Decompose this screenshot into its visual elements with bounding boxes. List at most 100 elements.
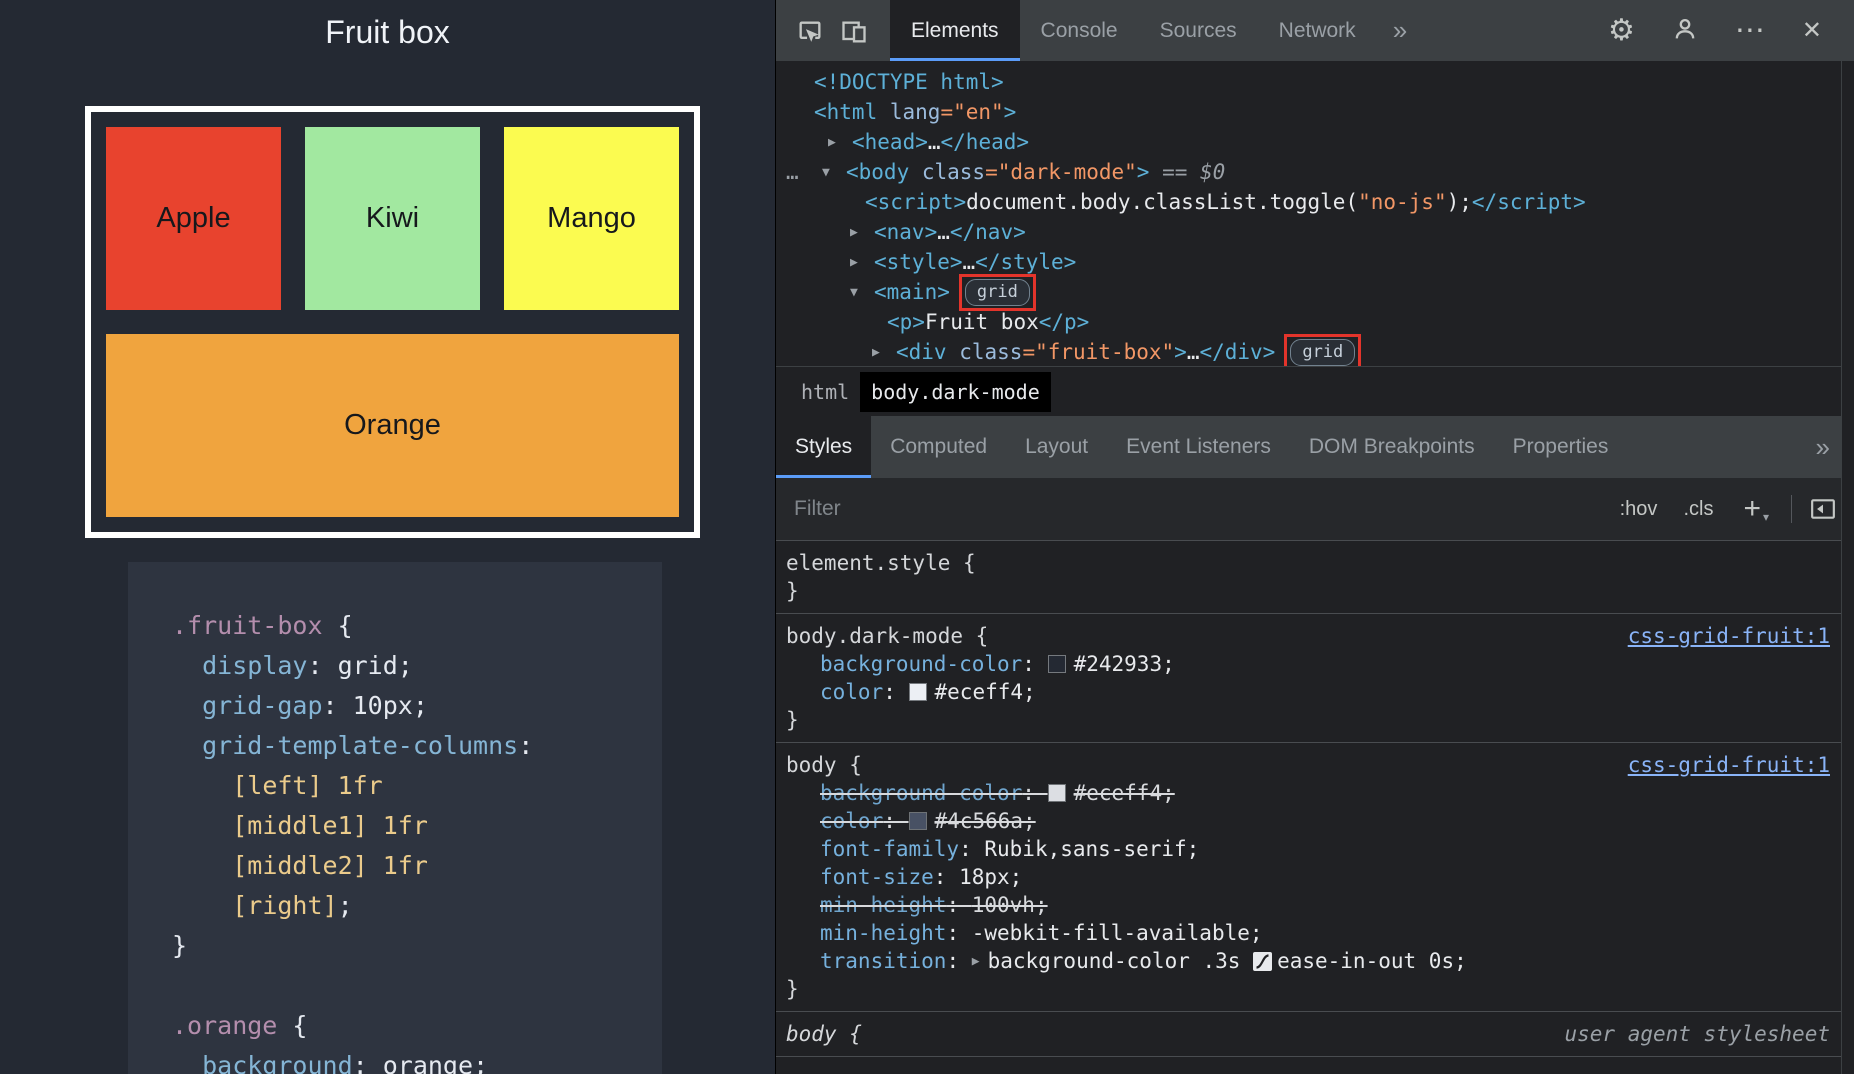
expand-arrow-icon[interactable]: ▶ [850, 255, 874, 270]
tree-row[interactable]: ▶<div class="fruit-box">…</div>grid [776, 337, 1854, 366]
sidebar-toggle-icon[interactable] [1810, 497, 1836, 521]
expand-arrow-icon[interactable]: ▶ [972, 954, 980, 969]
style-rule: element.style {} [776, 541, 1854, 614]
property-value: ease-in-out 0s; [1277, 949, 1467, 973]
code-line: grid-template-columns: [172, 726, 652, 766]
code-line [172, 966, 652, 1006]
rule-selector[interactable]: body.dark-mode { [786, 624, 988, 648]
tree-row[interactable]: <!DOCTYPE html> [776, 67, 1854, 97]
css-property[interactable]: background-color: #242933; [776, 650, 1830, 678]
elements-tree: <!DOCTYPE html><html lang="en">▶<head>…<… [776, 61, 1854, 366]
rule-header: body { user agent stylesheet [776, 1020, 1830, 1048]
stylesheet-link[interactable]: css-grid-fruit:1 [1628, 624, 1830, 648]
property-value: #eceff4; [1074, 781, 1175, 805]
color-swatch[interactable] [1048, 655, 1066, 673]
scrollbar[interactable] [1841, 61, 1854, 1074]
tab-properties[interactable]: Properties [1494, 416, 1628, 478]
rule-selector[interactable]: body { [786, 753, 862, 777]
more-options-icon[interactable]: ⋯ [1735, 16, 1766, 46]
css-property[interactable]: transition: ▶background-color .3s ease-i… [776, 947, 1830, 975]
property-name: background-color [820, 781, 1022, 805]
tab-event-listeners[interactable]: Event Listeners [1107, 416, 1290, 478]
tree-row[interactable]: <html lang="en"> [776, 97, 1854, 127]
tree-row[interactable]: ▶<head>…</head> [776, 127, 1854, 157]
css-property[interactable]: font-family: Rubik,sans-serif; [776, 835, 1830, 863]
page-title: Fruit box [0, 0, 775, 51]
property-name: min-height [820, 893, 946, 917]
css-property[interactable]: font-size: 18px; [776, 863, 1830, 891]
stylesheet-origin-label: user agent stylesheet [1564, 1022, 1830, 1046]
fruit-mango: Mango [504, 127, 679, 310]
styles-filter-input[interactable] [792, 496, 1594, 522]
close-devtools-icon[interactable]: ✕ [1802, 19, 1822, 43]
tree-row[interactable]: ▼<main>grid [776, 277, 1854, 307]
color-swatch[interactable] [909, 812, 927, 830]
style-rule: body { user agent stylesheet [776, 1012, 1854, 1057]
code-line: background: orange; [172, 1046, 652, 1074]
tab-styles[interactable]: Styles [776, 416, 871, 478]
more-tabs-button[interactable]: » [1377, 0, 1423, 61]
new-rule-dropdown-icon[interactable]: ▾ [1763, 510, 1769, 524]
property-value: #4c566a; [935, 809, 1036, 833]
style-rule: body.dark-mode { css-grid-fruit:1backgrou… [776, 614, 1854, 743]
rule-close-brace: } [776, 975, 1830, 1003]
settings-gear-icon[interactable]: ⚙ [1608, 16, 1635, 46]
devtools-toolbar: ElementsConsoleSourcesNetwork » ⚙ ⋯ ✕ [776, 0, 1854, 61]
collapse-arrow-icon[interactable]: ▼ [822, 165, 846, 180]
app-root: Fruit box AppleKiwiMangoOrange .fruit-bo… [0, 0, 1854, 1074]
device-toolbar-button[interactable] [832, 2, 876, 61]
breadcrumb-item[interactable]: body.dark-mode [860, 372, 1051, 412]
tree-row[interactable]: …▼<body class="dark-mode"> == $0 [776, 157, 1854, 187]
color-swatch[interactable] [909, 683, 927, 701]
tab-sources[interactable]: Sources [1139, 0, 1258, 61]
grid-badge[interactable]: grid [1290, 339, 1355, 366]
expand-arrow-icon[interactable]: ▶ [872, 345, 896, 360]
fruit-kiwi: Kiwi [305, 127, 480, 310]
rule-selector[interactable]: element.style { [786, 551, 976, 575]
profile-icon[interactable] [1671, 15, 1699, 47]
tab-console[interactable]: Console [1020, 0, 1139, 61]
rule-close-brace: } [776, 706, 1830, 734]
tab-elements[interactable]: Elements [890, 0, 1020, 61]
code-block: .fruit-box { display: grid; grid-gap: 10… [128, 562, 662, 1074]
new-style-rule-button[interactable]: + [1743, 492, 1761, 526]
person-icon [1671, 15, 1699, 43]
color-swatch[interactable] [1048, 784, 1066, 802]
tab-dom-breakpoints[interactable]: DOM Breakpoints [1290, 416, 1494, 478]
breadcrumb-item[interactable]: html [790, 372, 860, 412]
tab-computed[interactable]: Computed [871, 416, 1006, 478]
css-property[interactable]: min-height: -webkit-fill-available; [776, 919, 1830, 947]
code-line: [left] 1fr [172, 766, 652, 806]
collapsed-ancestors-ellipsis[interactable]: … [786, 160, 799, 184]
tree-row[interactable]: <script>document.body.classList.toggle("… [776, 187, 1854, 217]
inspect-element-button[interactable] [788, 2, 832, 61]
css-property[interactable]: color: #eceff4; [776, 678, 1830, 706]
web-page: Fruit box AppleKiwiMangoOrange .fruit-bo… [0, 0, 775, 1074]
expand-arrow-icon[interactable]: ▶ [828, 135, 852, 150]
css-property[interactable]: color: #4c566a; [776, 807, 1830, 835]
tree-row[interactable]: ▶<nav>…</nav> [776, 217, 1854, 247]
property-name: transition [820, 949, 946, 973]
code-line: [middle1] 1fr [172, 806, 652, 846]
rule-selector[interactable]: body { [786, 1022, 862, 1046]
collapse-arrow-icon[interactable]: ▼ [850, 285, 874, 300]
device-toolbar-icon [840, 18, 868, 46]
property-value: 100vh; [972, 893, 1048, 917]
tab-network[interactable]: Network [1258, 0, 1377, 61]
fruit-apple: Apple [106, 127, 281, 310]
grid-badge[interactable]: grid [965, 279, 1030, 306]
tree-row[interactable]: <p>Fruit box</p> [776, 307, 1854, 337]
bezier-curve-icon[interactable] [1253, 952, 1272, 971]
code-line: grid-gap: 10px; [172, 686, 652, 726]
pseudo-state-toggle[interactable]: :hov [1620, 498, 1658, 521]
css-property[interactable]: background-color: #eceff4; [776, 779, 1830, 807]
css-property[interactable]: min-height: 100vh; [776, 891, 1830, 919]
element-classes-toggle[interactable]: .cls [1683, 498, 1713, 521]
code-line: .fruit-box { [172, 606, 652, 646]
tree-row[interactable]: ▶<style>…</style> [776, 247, 1854, 277]
stylesheet-link[interactable]: css-grid-fruit:1 [1628, 753, 1830, 777]
property-name: font-size [820, 865, 934, 889]
toolbar-divider [1791, 495, 1792, 523]
tab-layout[interactable]: Layout [1006, 416, 1107, 478]
expand-arrow-icon[interactable]: ▶ [850, 225, 874, 240]
